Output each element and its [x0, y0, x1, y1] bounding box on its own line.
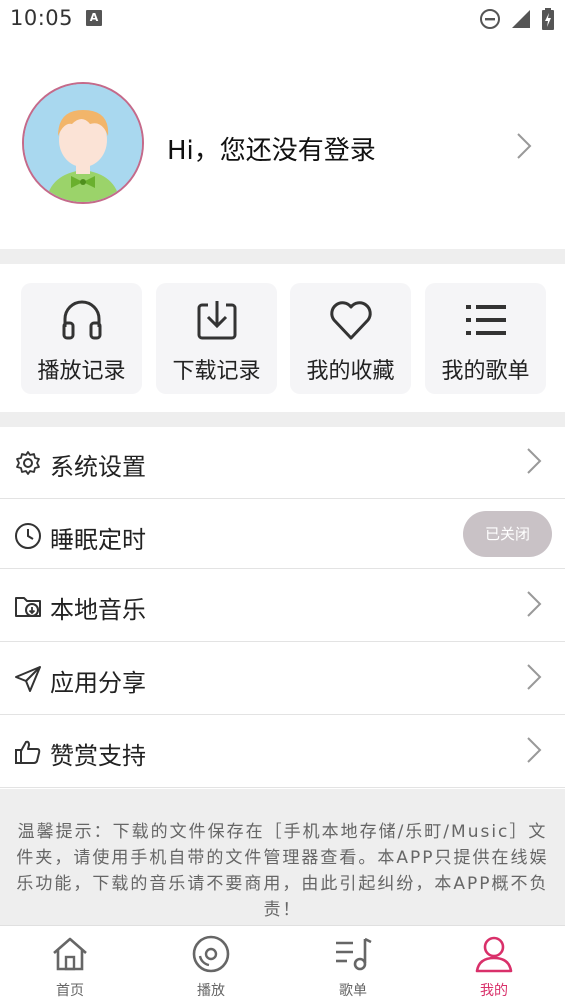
section-divider [0, 412, 565, 427]
nav-label: 我的 [480, 983, 508, 999]
nav-label: 首页 [56, 983, 84, 999]
clock-icon [15, 523, 41, 549]
notice-text: 温馨提示：下载的文件保存在［手机本地存储/乐町/Music］文件夹，请使用手机自… [16, 822, 549, 920]
playlist-icon [336, 937, 372, 971]
disc-icon [192, 935, 230, 973]
avatar[interactable] [22, 82, 144, 204]
menu-item-system-settings[interactable]: 系统设置 [0, 427, 565, 499]
folder-download-icon [15, 597, 41, 617]
nav-item-mine[interactable]: 我的 [454, 932, 534, 1002]
menu-item-share-app[interactable]: 应用分享 [0, 643, 565, 715]
download-icon [197, 301, 236, 340]
notice-panel: 温馨提示：下载的文件保存在［手机本地存储/乐町/Music］文件夹，请使用手机自… [0, 789, 565, 925]
chevron-right-icon [527, 664, 542, 690]
quick-action-label: 播放记录 [37, 359, 126, 384]
chevron-right-icon [527, 737, 542, 763]
signal-icon [512, 10, 530, 28]
status-time: 10:05 [10, 6, 74, 30]
menu-item-label: 睡眠定时 [50, 526, 146, 554]
section-divider [0, 249, 565, 264]
quick-actions: 播放记录 下载记录 我的收藏 我的歌单 [0, 264, 565, 412]
home-icon [53, 937, 87, 971]
a-notification-icon: A [86, 10, 102, 26]
status-icons [479, 8, 555, 30]
login-prompt[interactable]: Hi，您还没有登录 [167, 130, 376, 167]
status-bar: 10:05 A [0, 0, 565, 38]
avatar-illustration [24, 84, 142, 202]
gear-icon [16, 451, 40, 475]
heart-icon [329, 301, 372, 340]
list-icon [465, 305, 506, 335]
send-icon [15, 666, 41, 692]
quick-action-favorites[interactable]: 我的收藏 [290, 283, 411, 394]
thumbs-up-icon [15, 740, 41, 764]
quick-action-play-history[interactable]: 播放记录 [21, 283, 142, 394]
menu-item-local-music[interactable]: 本地音乐 [0, 570, 565, 642]
quick-action-label: 下载记录 [172, 359, 261, 384]
menu-item-label: 赞赏支持 [50, 742, 146, 770]
do-not-disturb-icon [480, 9, 500, 29]
nav-item-home[interactable]: 首页 [30, 932, 110, 1002]
menu-item-label: 本地音乐 [50, 596, 146, 624]
chevron-right-icon [527, 591, 542, 617]
nav-item-play[interactable]: 播放 [171, 932, 251, 1002]
quick-action-my-playlists[interactable]: 我的歌单 [425, 283, 546, 394]
menu-item-donate[interactable]: 赞赏支持 [0, 716, 565, 788]
user-icon [475, 936, 513, 973]
battery-charging-icon [542, 8, 554, 30]
bottom-nav: 首页 播放 歌单 我的 [0, 925, 565, 1004]
nav-label: 播放 [197, 983, 225, 999]
headphones-icon [62, 300, 101, 340]
profile-header[interactable]: Hi，您还没有登录 [0, 80, 565, 208]
quick-action-label: 我的歌单 [441, 359, 530, 384]
chevron-right-icon [527, 448, 542, 474]
menu-item-sleep-timer[interactable]: 睡眠定时 已关闭 [0, 500, 565, 569]
nav-item-playlists[interactable]: 歌单 [313, 932, 393, 1002]
quick-action-label: 我的收藏 [306, 359, 395, 384]
menu-item-label: 应用分享 [50, 669, 146, 697]
sleep-timer-toggle[interactable]: 已关闭 [463, 511, 552, 557]
nav-label: 歌单 [339, 983, 367, 999]
menu-item-label: 系统设置 [50, 453, 146, 481]
chevron-right-icon [517, 133, 532, 159]
quick-action-download-history[interactable]: 下载记录 [156, 283, 277, 394]
